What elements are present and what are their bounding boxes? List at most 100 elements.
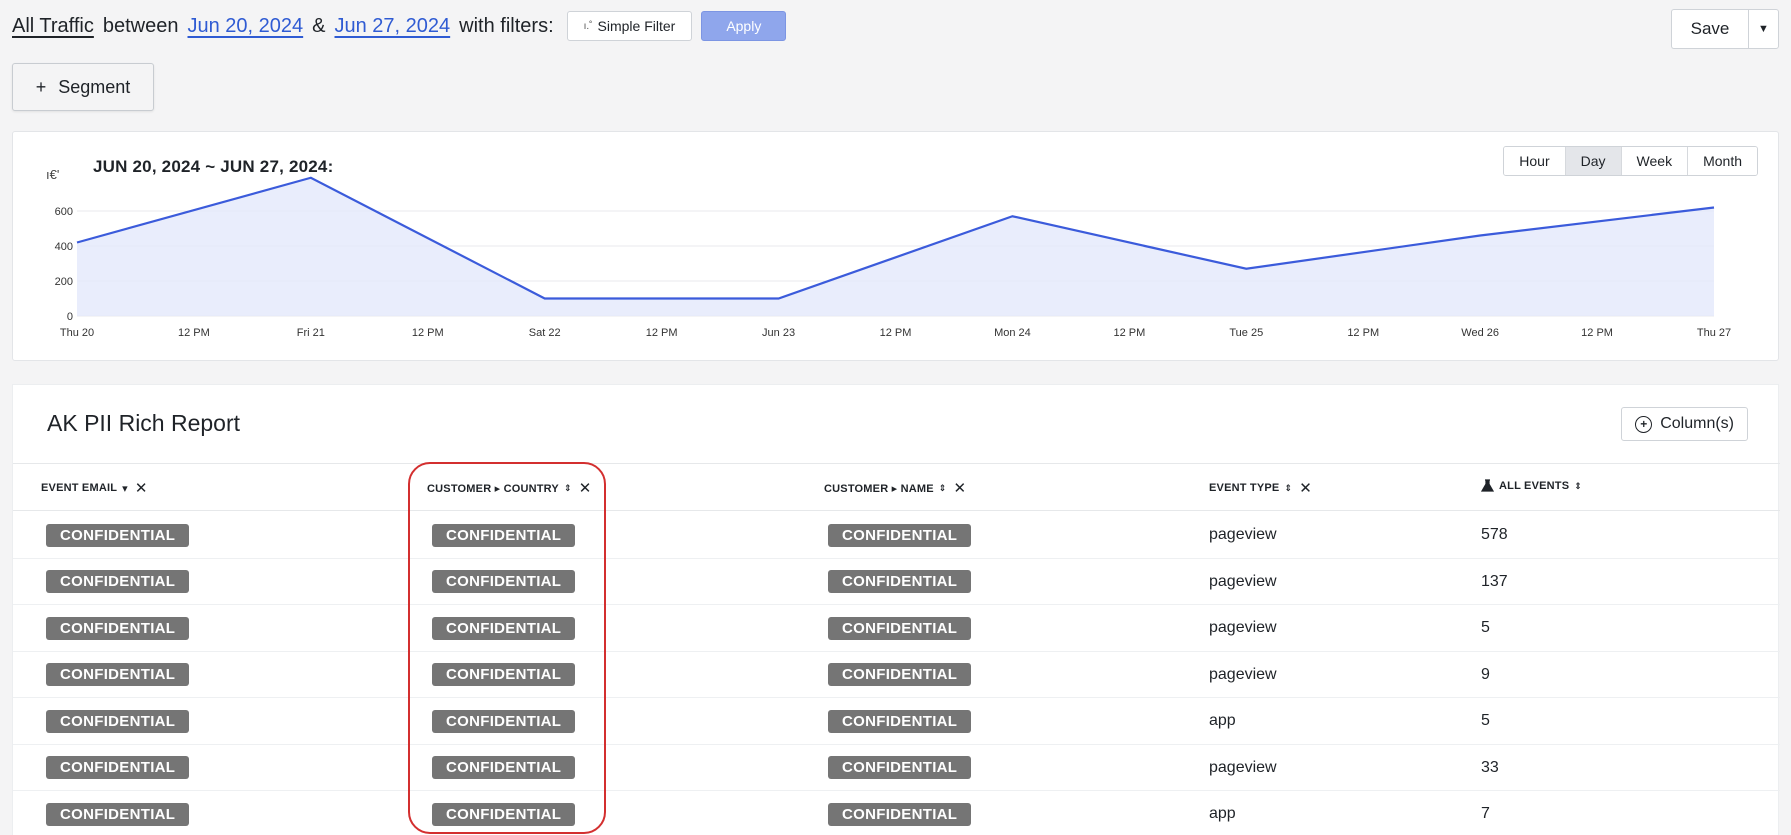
chart-symbol: ı€' bbox=[46, 167, 60, 182]
confidential-badge: CONFIDENTIAL bbox=[828, 570, 972, 593]
table-row[interactable]: CONFIDENTIAL CONFIDENTIAL CONFIDENTIAL app 7 bbox=[13, 791, 1780, 835]
table-row[interactable]: CONFIDENTIAL CONFIDENTIAL CONFIDENTIAL page… bbox=[13, 512, 1780, 559]
confidential-badge: CONFIDENTIAL bbox=[432, 663, 576, 686]
cell-event-type-value: pageview bbox=[1209, 619, 1277, 636]
sort-icon[interactable]: ⇕ bbox=[939, 483, 947, 494]
x-tick-label: Thu 20 bbox=[60, 327, 94, 339]
sort-desc-icon[interactable]: ▾ bbox=[122, 482, 128, 495]
add-segment-button[interactable]: + Segment bbox=[12, 63, 154, 111]
end-date-link[interactable]: Jun 27, 2024 bbox=[335, 15, 451, 38]
plus-circle-icon: + bbox=[1635, 415, 1653, 433]
column-header-all-events[interactable]: ALL EVENTS ⇕ bbox=[1481, 479, 1582, 493]
apply-button[interactable]: Apply bbox=[701, 11, 787, 41]
confidential-badge: CONFIDENTIAL bbox=[828, 523, 972, 547]
cell-all-events: 137 bbox=[1481, 559, 1508, 605]
chart-title: JUN 20, 2024 ~ JUN 27, 2024: bbox=[93, 157, 334, 176]
granularity-hour-button[interactable]: Hour bbox=[1504, 147, 1566, 175]
x-tick-label: 12 PM bbox=[1113, 327, 1145, 339]
column-header-customer-country[interactable]: CUSTOMER ▸ COUNTRY ⇕ ✕ bbox=[427, 479, 592, 497]
table-row[interactable]: CONFIDENTIAL CONFIDENTIAL CONFIDENTIAL page… bbox=[13, 652, 1780, 698]
save-options-button[interactable]: ▼ bbox=[1748, 9, 1779, 49]
cell-event-type: pageview bbox=[1209, 605, 1277, 651]
column-header-event-email[interactable]: EVENT EMAIL ▾ ✕ bbox=[41, 479, 148, 497]
cell-event-type: pageview bbox=[1209, 745, 1277, 791]
y-tick-label: 0 bbox=[67, 311, 73, 323]
cell-customer-name: CONFIDENTIAL bbox=[828, 698, 972, 744]
cell-customer-country: CONFIDENTIAL bbox=[432, 559, 576, 605]
start-date-link[interactable]: Jun 20, 2024 bbox=[188, 15, 304, 38]
data-point[interactable] bbox=[1009, 213, 1015, 219]
cell-event-type-value: app bbox=[1209, 712, 1236, 729]
x-tick-label: 12 PM bbox=[178, 327, 210, 339]
table-row[interactable]: CONFIDENTIAL CONFIDENTIAL CONFIDENTIAL page… bbox=[13, 605, 1780, 652]
cell-all-events-value: 5 bbox=[1481, 712, 1490, 729]
granularity-toggle: Hour Day Week Month bbox=[1503, 146, 1758, 176]
cell-event-type: pageview bbox=[1209, 512, 1277, 558]
confidential-badge: CONFIDENTIAL bbox=[432, 570, 576, 593]
sort-icon[interactable]: ⇕ bbox=[564, 483, 572, 494]
cell-customer-name: CONFIDENTIAL bbox=[828, 652, 972, 698]
cell-customer-country: CONFIDENTIAL bbox=[432, 745, 576, 791]
x-tick-label: Thu 27 bbox=[1697, 327, 1731, 339]
cell-all-events-value: 137 bbox=[1481, 572, 1508, 590]
cell-customer-name: CONFIDENTIAL bbox=[828, 791, 972, 835]
cell-all-events: 7 bbox=[1481, 791, 1490, 835]
confidential-badge: CONFIDENTIAL bbox=[46, 663, 190, 686]
report-title: AK PII Rich Report bbox=[47, 410, 241, 436]
cell-all-events: 5 bbox=[1481, 698, 1490, 744]
confidential-badge: CONFIDENTIAL bbox=[828, 616, 972, 640]
simple-filter-button[interactable]: ı.˚ Simple Filter bbox=[566, 11, 693, 41]
x-tick-label: Wed 26 bbox=[1461, 327, 1499, 339]
table-header: EVENT EMAIL ▾ ✕ CUSTOMER ▸ COUNTRY ⇕ ✕ C… bbox=[13, 463, 1780, 511]
column-header-label: CUSTOMER ▸ NAME bbox=[824, 482, 934, 495]
x-tick-label: Fri 21 bbox=[297, 327, 325, 339]
add-columns-button[interactable]: + Column(s) bbox=[1621, 407, 1748, 441]
x-tick-label: Tue 25 bbox=[1229, 327, 1263, 339]
sort-icon[interactable]: ⇕ bbox=[1284, 483, 1292, 494]
confidential-badge: CONFIDENTIAL bbox=[46, 756, 190, 779]
data-point[interactable] bbox=[1243, 266, 1249, 272]
columns-label: Column(s) bbox=[1660, 415, 1734, 432]
cell-event-email: CONFIDENTIAL bbox=[46, 745, 190, 791]
remove-column-icon[interactable]: ✕ bbox=[954, 479, 967, 497]
save-button[interactable]: Save bbox=[1671, 9, 1748, 49]
column-header-customer-name[interactable]: CUSTOMER ▸ NAME ⇕ ✕ bbox=[824, 479, 966, 497]
simple-filter-label: Simple Filter bbox=[597, 18, 676, 34]
cell-event-type: app bbox=[1209, 698, 1236, 744]
confidential-badge: CONFIDENTIAL bbox=[828, 756, 972, 779]
x-tick-label: 12 PM bbox=[1581, 327, 1613, 339]
data-point[interactable] bbox=[1711, 205, 1717, 211]
remove-column-icon[interactable]: ✕ bbox=[135, 479, 148, 497]
cell-event-type-value: pageview bbox=[1209, 665, 1277, 683]
column-header-label: EVENT TYPE bbox=[1209, 482, 1280, 494]
cell-event-type: pageview bbox=[1209, 559, 1277, 605]
save-button-group: Save ▼ bbox=[1671, 9, 1779, 49]
data-point[interactable] bbox=[542, 296, 548, 302]
remove-column-icon[interactable]: ✕ bbox=[1299, 479, 1312, 497]
granularity-month-button[interactable]: Month bbox=[1688, 147, 1757, 175]
segment-selector-link[interactable]: All Traffic bbox=[12, 15, 94, 38]
table-row[interactable]: CONFIDENTIAL CONFIDENTIAL CONFIDENTIAL page… bbox=[13, 559, 1780, 605]
report-query-bar: All Traffic between Jun 20, 2024 & Jun 2… bbox=[12, 10, 787, 42]
data-point[interactable] bbox=[776, 296, 782, 302]
cell-event-email: CONFIDENTIAL bbox=[46, 698, 190, 744]
confidential-badge: CONFIDENTIAL bbox=[828, 802, 972, 826]
confidential-badge: CONFIDENTIAL bbox=[828, 663, 972, 686]
granularity-week-button[interactable]: Week bbox=[1621, 147, 1689, 175]
cell-customer-country: CONFIDENTIAL bbox=[432, 791, 576, 835]
cell-all-events-value: 7 bbox=[1481, 805, 1490, 822]
report-panel: AK PII Rich Report + Column(s) EVENT EMA… bbox=[12, 384, 1780, 835]
confidential-badge: CONFIDENTIAL bbox=[432, 802, 576, 826]
table-row[interactable]: CONFIDENTIAL CONFIDENTIAL CONFIDENTIAL app 5 bbox=[13, 698, 1780, 745]
remove-column-icon[interactable]: ✕ bbox=[579, 479, 592, 497]
cell-customer-name: CONFIDENTIAL bbox=[828, 605, 972, 651]
data-point[interactable] bbox=[74, 240, 80, 246]
column-header-label: EVENT EMAIL bbox=[41, 482, 118, 494]
column-header-event-type[interactable]: EVENT TYPE ⇕ ✕ bbox=[1209, 479, 1312, 497]
granularity-day-button[interactable]: Day bbox=[1565, 147, 1622, 175]
table-row[interactable]: CONFIDENTIAL CONFIDENTIAL CONFIDENTIAL page… bbox=[13, 745, 1780, 791]
sort-icon[interactable]: ⇕ bbox=[1574, 481, 1582, 492]
data-point[interactable] bbox=[1477, 233, 1483, 239]
cell-event-type-value: pageview bbox=[1209, 526, 1277, 543]
column-header-label: CUSTOMER ▸ COUNTRY bbox=[427, 482, 559, 495]
